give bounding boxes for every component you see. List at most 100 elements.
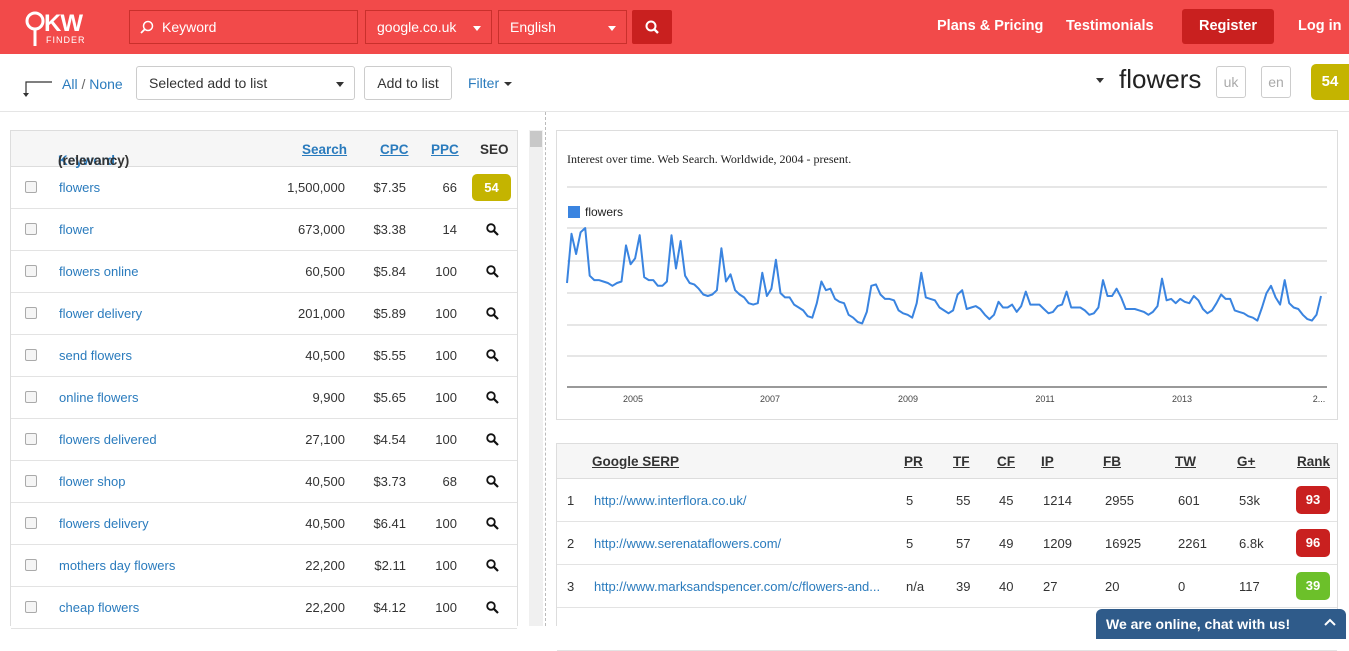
cpc-value: $3.73 xyxy=(373,474,406,489)
ppc-value: 14 xyxy=(442,222,457,237)
scrollbar[interactable] xyxy=(529,130,543,626)
nav-testimonials[interactable]: Testimonials xyxy=(1066,18,1154,34)
x-tick-label: 2009 xyxy=(898,394,918,404)
series-line-flowers xyxy=(566,227,1322,325)
col-seo[interactable]: SEO xyxy=(480,142,509,157)
row-checkbox[interactable] xyxy=(25,601,37,613)
keyword-title: flowers xyxy=(1119,64,1202,94)
col-pr[interactable]: PR xyxy=(904,454,923,469)
ppc-value: 100 xyxy=(435,306,457,321)
keyword-link[interactable]: mothers day flowers xyxy=(59,558,175,573)
keyword-dropdown-icon[interactable] xyxy=(1096,78,1104,83)
row-checkbox[interactable] xyxy=(25,181,37,193)
language-pill[interactable]: en xyxy=(1261,66,1291,98)
search-icon[interactable] xyxy=(486,517,499,530)
serp-table: Google SERP PR TF CF IP FB TW G+ Rank 1 h… xyxy=(556,443,1338,651)
keyword-input[interactable]: Keyword xyxy=(129,10,358,44)
kwfinder-logo[interactable]: KW FINDER xyxy=(24,8,94,48)
search-volume: 27,100 xyxy=(305,432,345,447)
keyword-table-header: Keyword (relevancy) Search CPC PPC SEO xyxy=(11,131,517,168)
keyword-link[interactable]: flower xyxy=(59,222,94,237)
keyword-link[interactable]: flower delivery xyxy=(59,306,142,321)
domain-select[interactable]: google.co.uk xyxy=(365,10,492,44)
col-gplus[interactable]: G+ xyxy=(1237,454,1255,469)
chat-widget[interactable]: We are online, chat with us! xyxy=(1096,609,1346,639)
keyword-link[interactable]: flower shop xyxy=(59,474,125,489)
keyword-link[interactable]: flowers delivered xyxy=(59,432,157,447)
chevron-down-icon xyxy=(473,26,481,31)
chevron-up-icon xyxy=(1324,618,1336,626)
col-tw[interactable]: TW xyxy=(1175,454,1196,469)
domain-value: google.co.uk xyxy=(377,19,457,35)
col-ip[interactable]: IP xyxy=(1041,454,1054,469)
col-rank[interactable]: Rank xyxy=(1297,454,1330,469)
keyword-link[interactable]: flowers online xyxy=(59,264,139,279)
col-cpc[interactable]: CPC xyxy=(380,142,409,157)
row-checkbox[interactable] xyxy=(25,349,37,361)
row-checkbox[interactable] xyxy=(25,265,37,277)
serp-url[interactable]: http://www.interflora.co.uk/ xyxy=(594,493,746,508)
col-fb[interactable]: FB xyxy=(1103,454,1121,469)
serp-tf: 57 xyxy=(956,536,971,551)
interest-chart: 2005 2007 2009 2011 2013 2... Interest over t… xyxy=(556,130,1338,420)
language-select[interactable]: English xyxy=(498,10,627,44)
search-icon[interactable] xyxy=(486,433,499,446)
col-tf[interactable]: TF xyxy=(953,454,970,469)
row-checkbox[interactable] xyxy=(25,475,37,487)
row-checkbox[interactable] xyxy=(25,307,37,319)
col-cf[interactable]: CF xyxy=(997,454,1015,469)
keyword-link[interactable]: send flowers xyxy=(59,348,132,363)
row-checkbox[interactable] xyxy=(25,433,37,445)
search-icon[interactable] xyxy=(486,559,499,572)
keyword-placeholder: Keyword xyxy=(162,19,217,35)
search-volume: 201,000 xyxy=(298,306,345,321)
search-icon[interactable] xyxy=(486,349,499,362)
search-icon[interactable] xyxy=(486,265,499,278)
keyword-link[interactable]: flowers xyxy=(59,180,100,195)
location-pill[interactable]: uk xyxy=(1216,66,1246,98)
keyword-link[interactable]: cheap flowers xyxy=(59,600,139,615)
chevron-down-icon xyxy=(608,26,616,31)
interest-chart-svg: 2005 2007 2009 2011 2013 2... xyxy=(566,186,1327,404)
serp-url[interactable]: http://www.marksandspencer.com/c/flowers… xyxy=(594,579,880,594)
serp-ip: 1209 xyxy=(1043,536,1072,551)
search-icon[interactable] xyxy=(486,391,499,404)
row-checkbox[interactable] xyxy=(25,391,37,403)
panel-divider[interactable] xyxy=(545,112,546,626)
search-icon[interactable] xyxy=(486,601,499,614)
ppc-value: 100 xyxy=(435,348,457,363)
filter-dropdown[interactable]: Filter xyxy=(468,75,513,91)
search-icon[interactable] xyxy=(486,223,499,236)
register-button[interactable]: Register xyxy=(1182,9,1274,44)
select-all-link[interactable]: All xyxy=(62,76,78,92)
list-select[interactable]: Selected add to list xyxy=(136,66,355,100)
table-row: flowers 1,500,000 $7.35 66 54 xyxy=(11,167,517,209)
login-link[interactable]: Log in xyxy=(1298,18,1342,34)
seo-badge: 54 xyxy=(472,174,511,201)
corner-arrow-icon xyxy=(23,81,52,97)
keyword-link[interactable]: online flowers xyxy=(59,390,139,405)
serp-ip: 27 xyxy=(1043,579,1058,594)
x-tick-label: 2013 xyxy=(1172,394,1192,404)
col-search[interactable]: Search xyxy=(302,142,347,157)
row-checkbox[interactable] xyxy=(25,223,37,235)
rank-badge: 93 xyxy=(1296,486,1330,514)
col-ppc[interactable]: PPC xyxy=(431,142,459,157)
nav-plans-pricing[interactable]: Plans & Pricing xyxy=(937,18,1043,34)
search-icon[interactable] xyxy=(486,475,499,488)
search-button[interactable] xyxy=(632,10,672,44)
search-icon[interactable] xyxy=(486,307,499,320)
serp-url[interactable]: http://www.serenataflowers.com/ xyxy=(594,536,781,551)
keyword-link[interactable]: flowers delivery xyxy=(59,516,149,531)
chat-label: We are online, chat with us! xyxy=(1106,616,1291,632)
select-none-link[interactable]: None xyxy=(89,76,122,92)
row-checkbox[interactable] xyxy=(25,559,37,571)
row-checkbox[interactable] xyxy=(25,517,37,529)
col-google-serp[interactable]: Google SERP xyxy=(592,454,679,469)
add-to-list-button[interactable]: Add to list xyxy=(364,66,452,100)
ppc-value: 100 xyxy=(435,264,457,279)
scrollbar-thumb[interactable] xyxy=(530,131,542,147)
search-volume: 40,500 xyxy=(305,474,345,489)
magnifier-logo-icon xyxy=(25,11,45,46)
cpc-value: $7.35 xyxy=(373,180,406,195)
